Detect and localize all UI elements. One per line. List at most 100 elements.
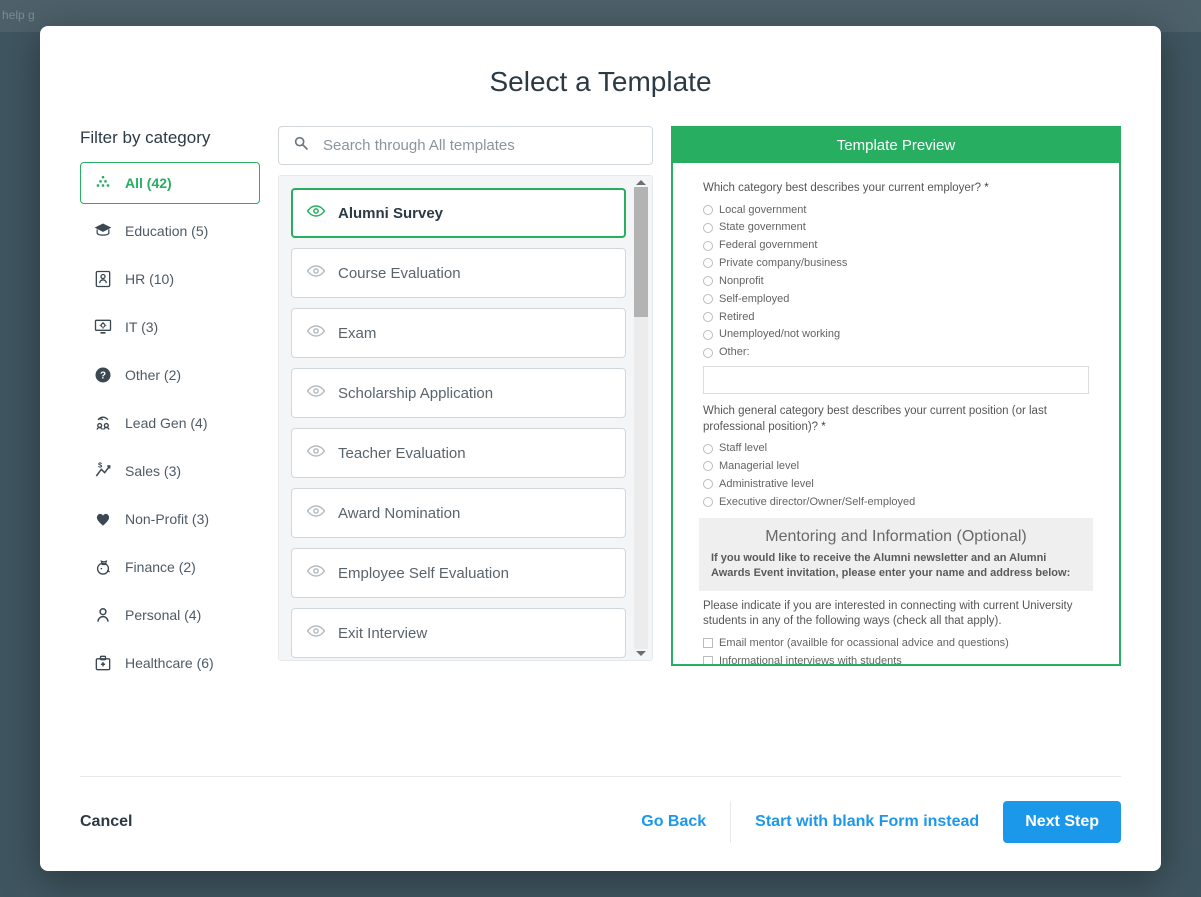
- search-input[interactable]: [321, 136, 638, 155]
- filter-column: Filter by category All (42)Education (5)…: [80, 126, 260, 748]
- category-label: All (42): [125, 175, 172, 191]
- education-icon: [93, 221, 113, 241]
- template-preview: Template Preview Which category best des…: [671, 126, 1121, 666]
- scroll-down-icon[interactable]: [636, 651, 646, 656]
- preview-q1-label: Which category best describes your curre…: [703, 181, 1089, 197]
- eye-icon: [306, 621, 326, 645]
- template-name: Alumni Survey: [338, 205, 443, 222]
- preview-option[interactable]: Managerial level: [703, 459, 1089, 474]
- template-list: Alumni Survey Course Evaluation Exam Schola…: [278, 175, 653, 661]
- radio-icon: [703, 348, 713, 358]
- category-it[interactable]: IT (3): [80, 306, 260, 348]
- preview-option[interactable]: State government: [703, 220, 1089, 235]
- eye-icon: [306, 561, 326, 585]
- personal-icon: [93, 605, 113, 625]
- category-label: Personal (4): [125, 607, 201, 623]
- preview-option[interactable]: Private company/business: [703, 256, 1089, 271]
- template-item[interactable]: Exam: [291, 308, 626, 358]
- radio-icon: [703, 294, 713, 304]
- eye-icon: [306, 501, 326, 525]
- preview-option-label: Other:: [719, 345, 750, 360]
- template-item[interactable]: Teacher Evaluation: [291, 428, 626, 478]
- preview-option-label: Informational interviews with students: [719, 654, 902, 664]
- other-icon: ?: [93, 365, 113, 385]
- preview-option[interactable]: Other:: [703, 345, 1089, 360]
- scroll-up-icon[interactable]: [636, 180, 646, 185]
- preview-option[interactable]: Unemployed/not working: [703, 327, 1089, 342]
- template-name: Course Evaluation: [338, 265, 461, 282]
- template-item[interactable]: Award Nomination: [291, 488, 626, 538]
- preview-option[interactable]: Staff level: [703, 441, 1089, 456]
- template-item[interactable]: Alumni Survey: [291, 188, 626, 238]
- finance-icon: [93, 557, 113, 577]
- category-finance[interactable]: Finance (2): [80, 546, 260, 588]
- radio-icon: [703, 241, 713, 251]
- category-label: HR (10): [125, 271, 174, 287]
- go-back-button[interactable]: Go Back: [641, 813, 706, 831]
- preview-option[interactable]: Self-employed: [703, 292, 1089, 307]
- preview-option[interactable]: Local government: [703, 203, 1089, 218]
- preview-section: Mentoring and Information (Optional) If …: [699, 518, 1093, 591]
- preview-option[interactable]: Federal government: [703, 238, 1089, 253]
- category-all[interactable]: All (42): [80, 162, 260, 204]
- category-other[interactable]: ?Other (2): [80, 354, 260, 396]
- category-sales[interactable]: $Sales (3): [80, 450, 260, 492]
- eye-icon: [306, 441, 326, 465]
- radio-icon: [703, 479, 713, 489]
- backdrop-help-text: help g: [2, 8, 35, 22]
- preview-section-heading: Mentoring and Information (Optional): [711, 526, 1081, 548]
- preview-option[interactable]: Nonprofit: [703, 274, 1089, 289]
- category-healthcare[interactable]: Healthcare (6): [80, 642, 260, 684]
- preview-option[interactable]: Administrative level: [703, 477, 1089, 492]
- radio-icon: [703, 461, 713, 471]
- template-item[interactable]: Exit Interview: [291, 608, 626, 658]
- preview-option-label: Nonprofit: [719, 274, 764, 289]
- preview-option[interactable]: Executive director/Owner/Self-employed: [703, 495, 1089, 510]
- category-label: IT (3): [125, 319, 158, 335]
- radio-icon: [703, 312, 713, 322]
- next-step-button[interactable]: Next Step: [1003, 801, 1121, 843]
- template-item[interactable]: Course Evaluation: [291, 248, 626, 298]
- preview-option-label: Federal government: [719, 238, 817, 253]
- scroll-thumb[interactable]: [634, 187, 648, 317]
- preview-option-label: Private company/business: [719, 256, 847, 271]
- category-personal[interactable]: Personal (4): [80, 594, 260, 636]
- template-item[interactable]: Employee Self Evaluation: [291, 548, 626, 598]
- radio-icon: [703, 444, 713, 454]
- preview-column: Template Preview Which category best des…: [671, 126, 1121, 748]
- category-hr[interactable]: HR (10): [80, 258, 260, 300]
- category-leadgen[interactable]: Lead Gen (4): [80, 402, 260, 444]
- preview-header: Template Preview: [673, 128, 1119, 163]
- healthcare-icon: [93, 653, 113, 673]
- category-nonprofit[interactable]: Non-Profit (3): [80, 498, 260, 540]
- category-label: Lead Gen (4): [125, 415, 208, 431]
- cancel-button[interactable]: Cancel: [80, 813, 132, 831]
- preview-option-label: Executive director/Owner/Self-employed: [719, 495, 915, 510]
- scroll-track[interactable]: [634, 187, 648, 649]
- preview-option-label: Local government: [719, 203, 806, 218]
- preview-option-label: Unemployed/not working: [719, 327, 840, 342]
- modal-footer: Cancel Go Back Start with blank Form ins…: [80, 776, 1121, 843]
- category-education[interactable]: Education (5): [80, 210, 260, 252]
- scrollbar[interactable]: [634, 180, 648, 656]
- svg-text:$: $: [98, 461, 103, 470]
- template-name: Exam: [338, 325, 376, 342]
- preview-option[interactable]: Informational interviews with students: [703, 654, 1089, 664]
- template-list-column: Alumni Survey Course Evaluation Exam Schola…: [278, 126, 653, 748]
- preview-other-input[interactable]: [703, 366, 1089, 394]
- preview-option[interactable]: Retired: [703, 310, 1089, 325]
- search-box[interactable]: [278, 126, 653, 165]
- nonprofit-icon: [93, 509, 113, 529]
- template-name: Exit Interview: [338, 625, 427, 642]
- all-icon: [93, 173, 113, 193]
- category-label: Finance (2): [125, 559, 196, 575]
- preview-option[interactable]: Email mentor (availble for ocassional ad…: [703, 636, 1089, 651]
- template-item[interactable]: Scholarship Application: [291, 368, 626, 418]
- radio-icon: [703, 223, 713, 233]
- preview-option-label: Retired: [719, 310, 754, 325]
- preview-option-label: Self-employed: [719, 292, 789, 307]
- template-name: Teacher Evaluation: [338, 445, 466, 462]
- eye-icon: [306, 261, 326, 285]
- hr-icon: [93, 269, 113, 289]
- start-blank-button[interactable]: Start with blank Form instead: [755, 813, 979, 831]
